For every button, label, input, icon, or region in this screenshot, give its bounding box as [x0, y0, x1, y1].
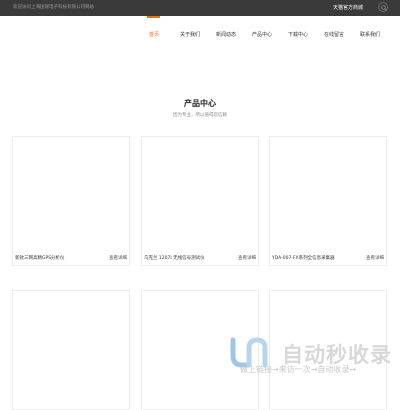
product-title: YDA-007-FX系列全信息采集器	[272, 256, 335, 261]
section-title: 产品中心	[184, 99, 216, 108]
product-card[interactable]	[12, 290, 130, 410]
view-details-link[interactable]: 查看详细	[366, 255, 384, 261]
search-icon	[380, 4, 387, 11]
nav-item-messages[interactable]: 在线留言	[324, 31, 344, 38]
welcome-text: 欢迎访问上海国瑞电子科技有限公司网站	[13, 5, 94, 10]
product-title: 乌克兰 1207I 无线信号测试仪	[144, 256, 205, 261]
product-card[interactable]: 乌克兰 1207I 无线信号测试仪 查看详细	[141, 136, 259, 266]
nav-active-indicator	[147, 16, 160, 18]
section-subtitle: 因为专业，所以值得您信赖	[173, 113, 227, 118]
top-bar: 欢迎访问上海国瑞电子科技有限公司网站 天猫官方商城	[0, 0, 400, 16]
product-card[interactable]: 新款三网高精GPS分析仪 查看详细	[12, 136, 130, 266]
tmall-store-link[interactable]: 天猫官方商城	[333, 4, 363, 11]
nav-item-about[interactable]: 关于我们	[180, 31, 200, 38]
main-nav: 首页 关于我们 新闻动态 产品中心 下载中心 在线留言 联系我们	[0, 16, 400, 50]
product-card[interactable]: YDA-007-FX系列全信息采集器 查看详细	[269, 136, 387, 266]
nav-item-products[interactable]: 产品中心	[252, 31, 272, 38]
nav-item-news[interactable]: 新闻动态	[216, 31, 236, 38]
nav-item-home[interactable]: 首页	[149, 31, 159, 38]
product-title: 新款三网高精GPS分析仪	[15, 256, 65, 261]
view-details-link[interactable]: 查看详细	[238, 255, 256, 261]
nav-item-downloads[interactable]: 下载中心	[288, 31, 308, 38]
nav-item-contact[interactable]: 联系我们	[360, 31, 380, 38]
watermark-subtext: 做上链接→来访一次→自动收录→	[240, 365, 357, 374]
view-details-link[interactable]: 查看详细	[109, 255, 127, 261]
search-button[interactable]	[378, 2, 388, 12]
